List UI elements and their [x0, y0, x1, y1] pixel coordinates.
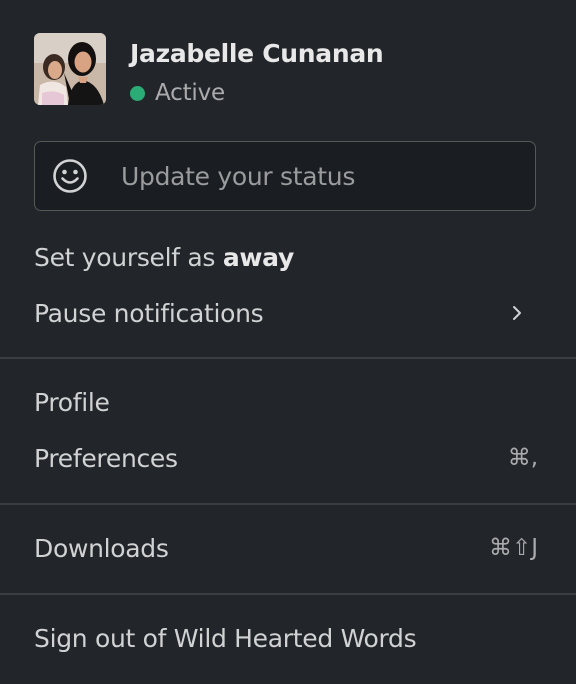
pause-notifications-label: Pause notifications [34, 298, 264, 328]
preferences-shortcut: ⌘, [507, 445, 538, 471]
downloads-shortcut: ⌘⇧J [488, 535, 538, 561]
chevron-right-icon [510, 304, 524, 322]
avatar[interactable] [34, 33, 106, 105]
sign-out-item[interactable]: Sign out of Wild Hearted Words [0, 614, 576, 662]
pause-notifications-item[interactable]: Pause notifications [0, 289, 576, 337]
divider [0, 503, 576, 505]
presence-dot-icon [130, 85, 145, 101]
profile-item[interactable]: Profile [0, 378, 576, 426]
set-away-item[interactable]: Set yourself as away [0, 233, 576, 281]
account-menu: Jazabelle Cunanan Active Update your sta… [0, 0, 576, 684]
sign-out-label: Sign out of Wild Hearted Words [34, 623, 417, 653]
update-status-field[interactable]: Update your status [34, 141, 536, 211]
presence-label: Active [155, 80, 225, 106]
set-away-bold: away [222, 242, 294, 272]
downloads-item[interactable]: Downloads ⌘⇧J [0, 524, 576, 572]
status-placeholder: Update your status [121, 161, 356, 191]
set-away-label: Set yourself as away [34, 243, 294, 272]
user-name: Jazabelle Cunanan [130, 39, 384, 68]
downloads-label: Downloads [34, 533, 169, 563]
user-header: Jazabelle Cunanan Active [34, 33, 554, 108]
set-away-prefix: Set yourself as [34, 242, 223, 272]
preferences-item[interactable]: Preferences ⌘, [0, 434, 576, 482]
divider [0, 357, 576, 359]
divider [0, 593, 576, 595]
profile-label: Profile [34, 387, 110, 417]
smiley-icon [52, 158, 88, 194]
preferences-label: Preferences [34, 443, 178, 473]
avatar-photo [34, 33, 106, 105]
presence: Active [130, 78, 225, 108]
